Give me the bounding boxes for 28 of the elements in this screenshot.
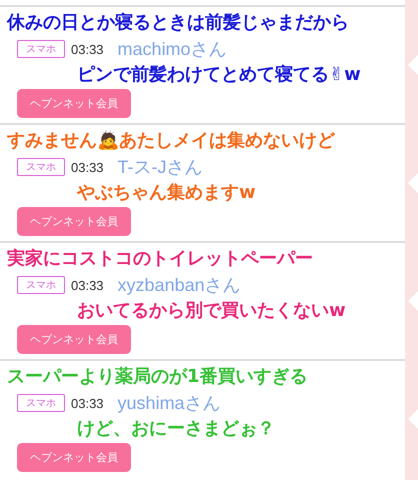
device-badge: スマホ [17, 158, 65, 176]
caption-text: 休みの日とか寝るときは前髪じゃまだから [7, 12, 349, 34]
member-button[interactable]: ヘブンネット会員 [17, 325, 131, 354]
member-button[interactable]: ヘブンネット会員 [17, 89, 131, 118]
member-button[interactable]: ヘブンネット会員 [17, 443, 131, 472]
caption-text: やぶちゃん集めますw [77, 182, 256, 204]
left-arrow-icon[interactable] [408, 173, 418, 193]
post-time: 03:33 [71, 278, 104, 292]
user-name[interactable]: yushimaさん [118, 391, 221, 415]
user-name[interactable]: machimoさん [118, 37, 227, 61]
left-arrow-icon[interactable] [408, 291, 418, 311]
device-badge: スマホ [17, 394, 65, 412]
caption-text: スーパーより薬局のが1番買いすぎる [7, 366, 308, 388]
post-time: 03:33 [71, 42, 104, 56]
device-badge: スマホ [17, 276, 65, 294]
caption-text: すみません🙇あたしメイは集めないけど [7, 130, 335, 152]
device-badge: スマホ [17, 40, 65, 58]
caption-text: けど、おにーさまどぉ？ [77, 418, 275, 440]
post-time: 03:33 [71, 396, 104, 410]
post-time: 03:33 [71, 160, 104, 174]
left-arrow-icon[interactable] [408, 55, 418, 75]
caption-text: おいてるから別で買いたくないw [77, 300, 346, 322]
caption-text: 実家にコストコのトイレットペーパー [7, 248, 313, 270]
member-button[interactable]: ヘブンネット会員 [17, 207, 131, 236]
caption-text: ピンで前髪わけてとめて寝てる✌w [77, 64, 361, 86]
user-name[interactable]: T-ス-Jさん [118, 155, 203, 179]
user-name[interactable]: xyzbanbanさん [118, 273, 241, 297]
left-arrow-icon[interactable] [408, 409, 418, 429]
